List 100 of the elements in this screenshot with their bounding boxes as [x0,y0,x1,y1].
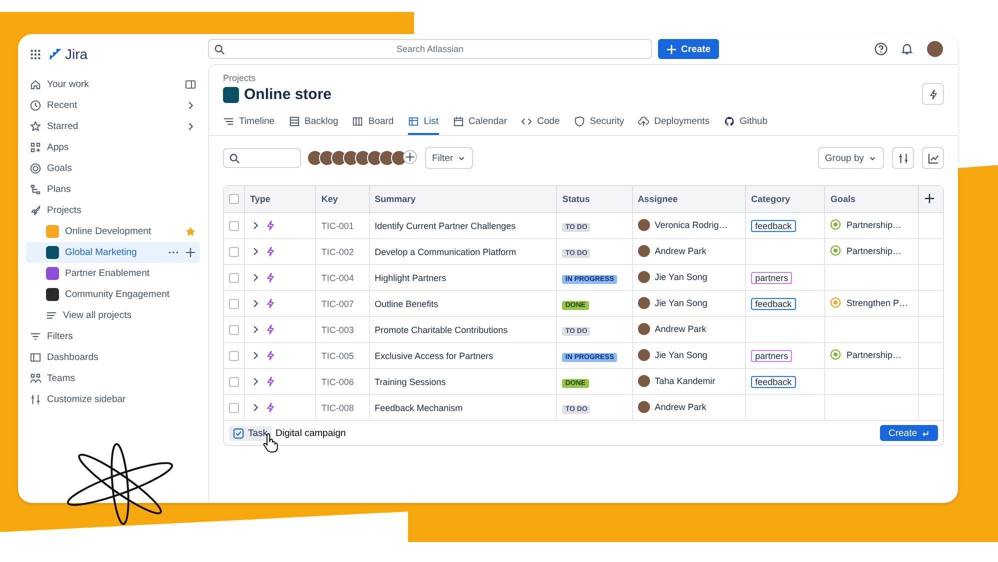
user-avatar [638,348,650,360]
tab[interactable]: Timeline [223,111,275,135]
sidebar-item[interactable]: Customize sidebar [26,389,200,410]
checkbox[interactable] [229,324,239,334]
sidebar-item[interactable]: Projects [26,200,200,221]
user-avatar[interactable] [355,150,371,166]
apps-icon [30,142,41,153]
sidebar-item[interactable]: View all projects [26,305,200,326]
star-icon[interactable] [185,226,196,237]
panel-icon[interactable] [185,79,196,90]
add-icon[interactable] [185,247,196,258]
user-avatar[interactable] [926,40,944,58]
search-field[interactable] [223,148,301,168]
table-cell: Identify Current Partner Challenges [369,212,557,238]
project-item[interactable]: Online Development [26,221,200,242]
filter-button[interactable]: Filter [425,147,474,169]
tab[interactable]: List [408,111,439,135]
notification-icon[interactable] [900,42,914,56]
user-avatar[interactable] [319,150,335,166]
sliders-icon [30,394,41,405]
user-avatar [638,244,650,256]
checkbox[interactable] [229,298,239,308]
category-tag[interactable]: feedback [751,376,796,388]
table-cell: Promote Charitable Contributions [369,316,557,342]
assignee-name: Andrew Park [654,402,706,412]
category-tag[interactable]: partners [751,350,792,362]
lightning-icon [265,220,276,232]
category-tag[interactable]: feedback [751,298,796,310]
create-button[interactable]: Create [880,425,938,441]
tab[interactable]: Github [724,111,768,135]
user-avatar[interactable] [307,150,323,166]
table-cell: Training Sessions [369,368,557,394]
checkbox[interactable] [229,272,239,282]
board-icon [352,116,364,127]
checkbox[interactable] [229,194,239,204]
sidebar-item[interactable]: Goals [26,158,200,179]
tab[interactable]: Code [521,111,560,135]
project-item[interactable]: Partner Enablement [26,263,200,284]
rocket-icon [30,205,41,216]
task-icon [233,428,244,438]
help-icon[interactable] [874,42,888,56]
lines-icon [223,116,234,127]
user-avatar[interactable] [367,150,383,166]
checkbox[interactable] [229,376,239,386]
chart-button[interactable] [922,147,944,169]
tab[interactable]: Security [574,111,624,135]
sidebar-item[interactable]: Plans [26,179,200,200]
category-tag[interactable]: feedback [751,220,796,232]
user-avatar [638,218,650,230]
column-header[interactable]: Key [316,186,370,212]
automation-button[interactable] [922,83,944,105]
settings-button[interactable] [892,147,914,169]
sidebar-item[interactable]: Recent [26,95,200,116]
app-grid-icon[interactable] [30,48,41,60]
sidebar-item[interactable]: Starred [26,116,200,137]
add-icon[interactable] [924,192,935,204]
sidebar-item[interactable]: Apps [26,137,200,158]
sidebar-item[interactable]: Your work [26,74,200,95]
lightning-icon [265,324,276,336]
user-avatar[interactable] [391,150,407,166]
project-item[interactable]: Community Engagement [26,284,200,305]
table-cell: Highlight Partners [369,264,557,290]
checkbox[interactable] [229,402,239,412]
tab[interactable]: Calendar [452,111,508,135]
sidebar-item[interactable]: Dashboards [26,347,200,368]
list-icon [288,116,300,127]
column-header[interactable]: Summary [369,186,557,212]
checkbox[interactable] [229,350,239,360]
table-cell: Feedback Mechanism [369,394,557,420]
goal-name: Partnership… [846,350,902,360]
category-tag[interactable]: partners [751,272,792,284]
table-cell: TIC-001 [316,212,370,238]
column-header[interactable]: Status [556,186,632,212]
app-logo[interactable]: Jira [49,46,88,62]
search-field[interactable]: Search Atlassian [208,39,652,59]
sidebar-item[interactable]: Teams [26,368,200,389]
table-cell: Outline Benefits [369,290,557,316]
tab[interactable]: Backlog [288,111,338,135]
checkbox[interactable] [229,220,239,230]
goal-name: Strengthen P… [846,298,908,308]
column-header[interactable]: Type [244,186,316,212]
assignee-name: Veronica Rodrig… [654,220,728,230]
sidebar-item[interactable]: Filters [26,326,200,347]
group-by-button[interactable]: Group by [818,147,884,169]
user-avatar [638,400,650,412]
table-cell: TIC-006 [316,368,370,394]
lightning-icon [265,246,276,258]
create-button[interactable]: Create [658,39,719,59]
project-item[interactable]: Global Marketing [26,242,200,263]
add-people-button[interactable] [403,150,417,164]
plus-icon [666,44,677,54]
column-header[interactable]: Goals [824,186,918,212]
column-header[interactable]: Category [746,186,825,212]
assignee-name: Andrew Park [654,324,706,334]
column-header[interactable]: Assignee [632,186,746,212]
tab[interactable]: Board [352,111,394,135]
type-picker[interactable]: Task [229,426,272,440]
checkbox[interactable] [229,246,239,256]
breadcrumb[interactable]: Projects [223,73,332,83]
tab[interactable]: Deployments [638,111,710,135]
